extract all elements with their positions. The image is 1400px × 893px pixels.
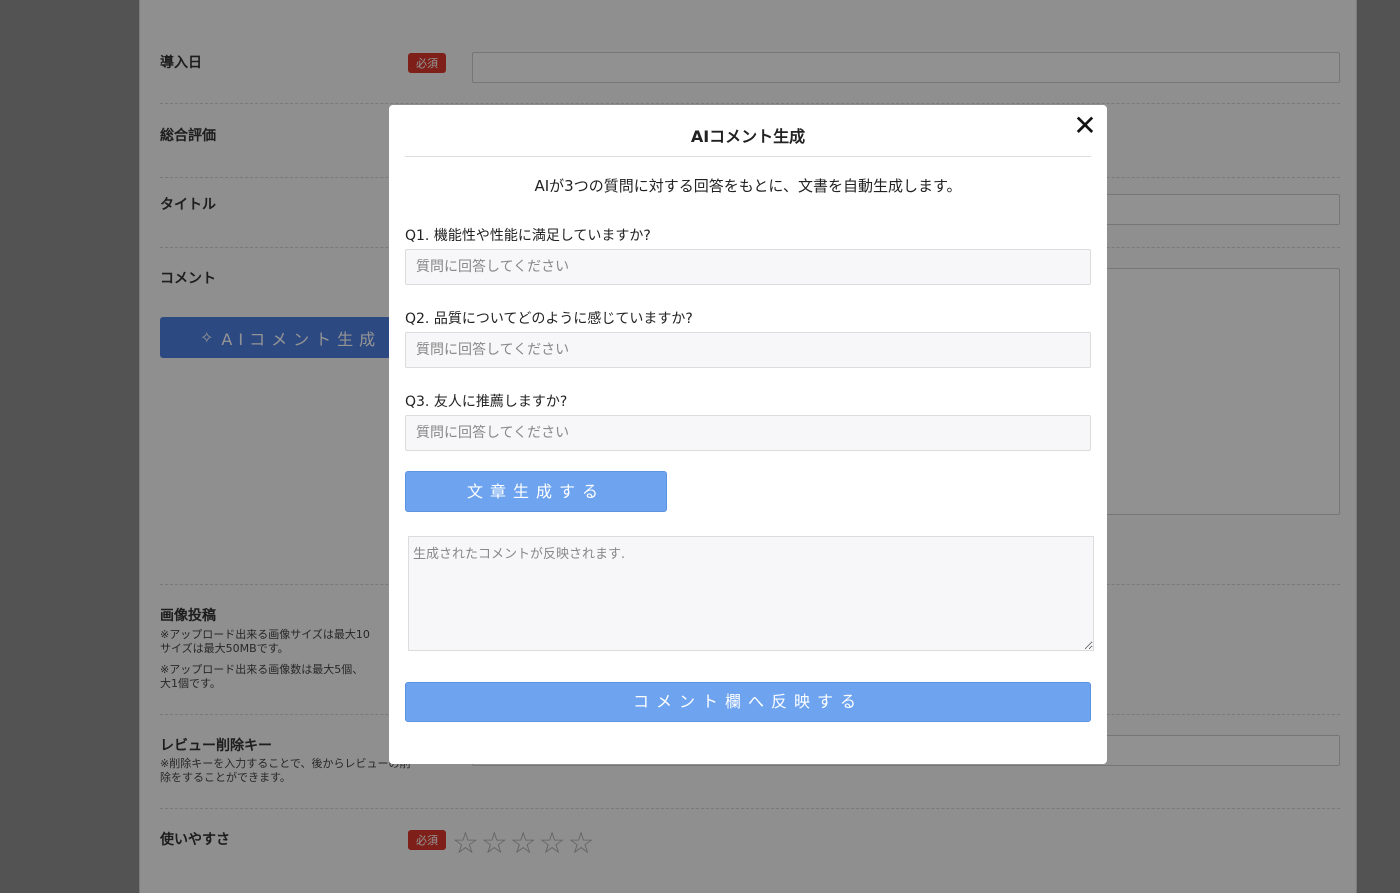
question-1-input[interactable] — [405, 249, 1091, 285]
modal-title: AIコメント生成 — [690, 127, 806, 146]
question-1-label: Q1. 機能性や性能に満足していますか? — [405, 228, 651, 244]
reflect-to-comment-button[interactable]: コメント欄へ反映する — [405, 682, 1091, 722]
ai-comment-modal: AIコメント生成 ✕ AIが3つの質問に対する回答をもとに、文書を自動生成します… — [389, 105, 1107, 764]
generate-text-button[interactable]: 文章生成する — [405, 471, 667, 512]
question-3-label: Q3. 友人に推薦しますか? — [405, 394, 568, 410]
question-2-input[interactable] — [405, 332, 1091, 368]
question-2-label: Q2. 品質についてどのように感じていますか? — [405, 311, 693, 327]
generated-comment-textarea[interactable] — [408, 536, 1094, 651]
close-icon[interactable]: ✕ — [1073, 112, 1097, 140]
modal-divider — [405, 156, 1091, 157]
question-3-input[interactable] — [405, 415, 1091, 451]
modal-description: AIが3つの質問に対する回答をもとに、文書を自動生成します。 — [534, 177, 962, 195]
